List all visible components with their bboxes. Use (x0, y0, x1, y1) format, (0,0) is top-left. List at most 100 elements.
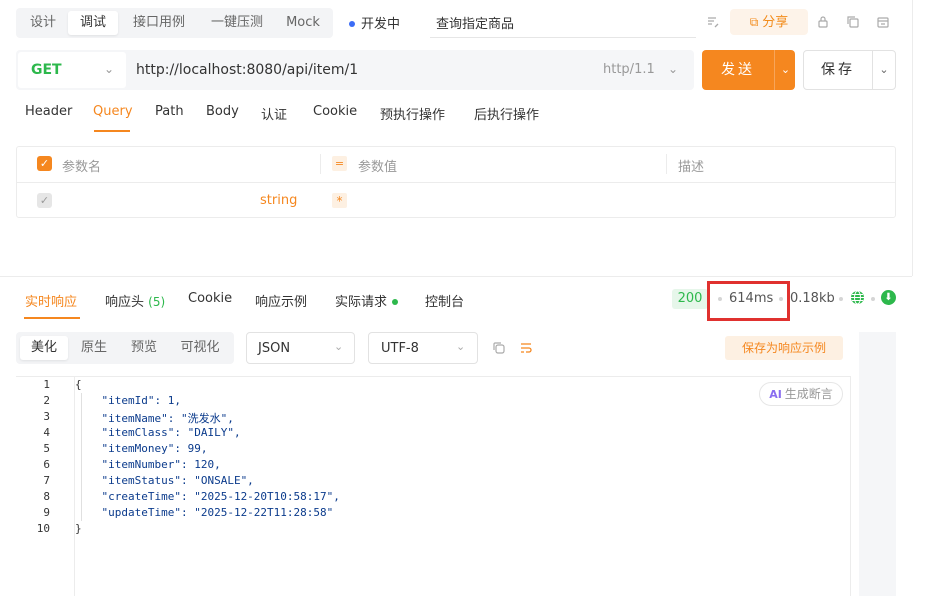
code-line[interactable]: "itemClass": "DAILY", (75, 426, 240, 439)
url-input[interactable]: http://localhost:8080/api/item/1 (136, 62, 358, 78)
ai-icon: AI (769, 388, 782, 401)
active-tab-indicator (24, 317, 80, 319)
code-line[interactable]: { (75, 378, 82, 391)
panel-divider[interactable] (0, 276, 912, 277)
chevron-down-icon: ⌄ (456, 340, 466, 353)
tab-debug[interactable]: 调试 (68, 11, 118, 35)
send-options-button[interactable]: ⌄ (776, 50, 795, 90)
tab-realtime-response[interactable]: 实时响应 (25, 291, 77, 310)
tab-pretty[interactable]: 美化 (20, 336, 68, 360)
tab-stress-test[interactable]: 一键压测 (200, 11, 274, 35)
table-row-divider (17, 182, 895, 183)
param-value-header: 参数值 (358, 160, 398, 175)
tab-preview[interactable]: 预览 (120, 336, 168, 360)
edit-notes-icon[interactable] (702, 11, 724, 33)
active-tab-indicator (94, 130, 130, 132)
required-mark[interactable]: * (332, 193, 347, 208)
encoding-value: UTF-8 (381, 341, 419, 356)
archive-icon[interactable] (872, 11, 894, 33)
copy-response-icon[interactable] (488, 337, 510, 359)
line-number: 3 (43, 410, 50, 423)
send-button[interactable]: 发送 (702, 50, 774, 90)
tab-design[interactable]: 设计 (20, 11, 66, 35)
method-value: GET (31, 62, 62, 78)
response-size[interactable]: 0.18kb (790, 291, 835, 306)
top-tab-group: 设计 调试 接口用例 一键压测 Mock (16, 8, 333, 38)
tab-console[interactable]: 控制台 (425, 291, 464, 310)
line-number: 5 (43, 442, 50, 455)
tab-path[interactable]: Path (155, 104, 184, 119)
save-divider (872, 51, 873, 89)
code-line[interactable]: "createTime": "2025-12-20T10:58:17", (75, 490, 339, 503)
param-desc-header: 描述 (678, 160, 705, 175)
tab-actual-request[interactable]: 实际请求 (335, 291, 399, 310)
share-label: 分享 (762, 15, 789, 30)
side-divider (912, 0, 913, 276)
http-version-select[interactable]: http/1.1 (603, 62, 655, 77)
tab-response-headers[interactable]: 响应头 (5) (105, 291, 165, 310)
save-button[interactable]: 保存 (804, 51, 872, 89)
status-dot-icon (349, 20, 355, 27)
tab-mock[interactable]: Mock (278, 11, 328, 35)
share-icon: ⧉ (749, 15, 759, 29)
tab-pre-script[interactable]: 预执行操作 (380, 104, 445, 123)
tab-query[interactable]: Query (93, 104, 133, 119)
code-line[interactable]: "itemName": "洗发水", (75, 410, 233, 426)
code-line[interactable]: } (75, 522, 82, 535)
chevron-down-icon: ⌄ (334, 340, 344, 353)
api-name-input[interactable]: 查询指定商品 (436, 13, 514, 32)
ai-generate-assertion-button[interactable]: AI 生成断言 (759, 382, 843, 406)
line-number: 4 (43, 426, 50, 439)
code-line[interactable]: "itemId": 1, (75, 394, 180, 407)
environment-status[interactable]: 开发中 (349, 13, 400, 32)
tab-response-cookie[interactable]: Cookie (188, 291, 232, 306)
separator-dot (871, 297, 875, 301)
chevron-down-icon: ⌄ (668, 62, 679, 76)
column-divider (320, 154, 321, 174)
headers-count: (5) (148, 295, 166, 309)
tab-auth[interactable]: 认证 (261, 104, 287, 123)
line-number: 6 (43, 458, 50, 471)
line-number: 9 (43, 506, 50, 519)
equals-icon: = (332, 156, 347, 171)
status-dot-icon (392, 298, 399, 305)
tab-header[interactable]: Header (25, 104, 72, 119)
line-number: 2 (43, 394, 50, 407)
tab-api-cases[interactable]: 接口用例 (122, 11, 196, 35)
code-line[interactable]: "itemStatus": "ONSALE", (75, 474, 253, 487)
line-number: 1 (43, 378, 50, 391)
separator-dot (839, 297, 843, 301)
code-line[interactable]: "updateTime": "2025-12-22T11:28:58" (75, 506, 333, 519)
code-line[interactable]: "itemMoney": 99, (75, 442, 207, 455)
tab-cookie[interactable]: Cookie (313, 104, 357, 119)
param-name-header: 参数名 (62, 160, 102, 175)
tab-body[interactable]: Body (206, 104, 239, 119)
save-as-example-button[interactable]: 保存为响应示例 (725, 336, 843, 360)
row-checkbox[interactable]: ✓ (37, 193, 52, 208)
format-tab-group: 美化 原生 预览 可视化 (16, 332, 234, 364)
column-divider (666, 154, 667, 174)
actual-request-label: 实际请求 (335, 295, 388, 310)
line-number: 10 (36, 522, 50, 535)
save-options-button[interactable]: ⌄ (874, 51, 894, 89)
line-number: 7 (43, 474, 50, 487)
wrap-lines-icon[interactable] (515, 337, 537, 359)
tab-response-example[interactable]: 响应示例 (255, 291, 307, 310)
tab-visualize[interactable]: 可视化 (170, 336, 230, 360)
copy-icon[interactable] (842, 11, 864, 33)
tab-post-script[interactable]: 后执行操作 (474, 104, 539, 123)
select-all-checkbox[interactable]: ✓ (37, 156, 52, 171)
tab-raw[interactable]: 原生 (70, 336, 118, 360)
download-icon[interactable]: ⬇ (881, 290, 896, 305)
scrollbar[interactable] (850, 376, 851, 596)
code-line[interactable]: "itemNumber": 120, (75, 458, 220, 471)
environment-label: 开发中 (361, 17, 401, 32)
share-button[interactable]: ⧉ 分享 (730, 9, 808, 35)
chevron-down-icon: ⌄ (104, 62, 115, 76)
ai-assertion-label: 生成断言 (784, 387, 833, 401)
globe-icon[interactable] (850, 290, 865, 305)
send-divider (774, 50, 775, 90)
lock-icon[interactable] (812, 11, 834, 33)
status-badge[interactable]: 200 (672, 289, 708, 309)
param-type-select[interactable]: string (260, 193, 297, 208)
